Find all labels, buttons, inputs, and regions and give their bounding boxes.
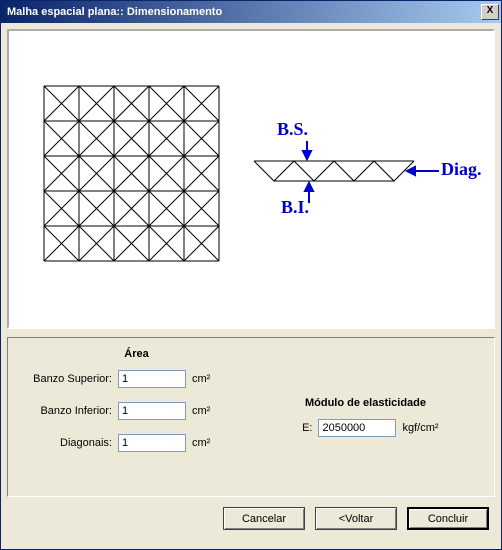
input-banzo-inferior[interactable] [118,402,186,420]
modulus-heading: Módulo de elasticidade [305,397,426,409]
concluir-button[interactable]: Concluir [407,507,489,530]
voltar-button[interactable]: <Voltar [315,507,397,530]
client-area: B.S. B.I. Diag. Área Banzo Superior: cm²… [1,23,501,549]
label-modulus-e: E: [292,422,312,434]
dialog-window: Malha espacial plana:: Dimensionamento X [0,0,502,550]
label-diagonais: Diagonais: [22,437,112,449]
area-column: Área Banzo Superior: cm² Banzo Inferior:… [22,348,251,486]
input-diagonais[interactable] [118,434,186,452]
window-title: Malha espacial plana:: Dimensionamento [7,6,481,18]
area-heading: Área [22,348,251,360]
unit-diagonais: cm² [192,437,210,449]
modulus-column: Módulo de elasticidade E: kgf/cm² [251,348,480,486]
diagram-svg [9,31,495,327]
unit-banzo-superior: cm² [192,373,210,385]
label-banzo-superior: Banzo Superior: [22,373,112,385]
field-banzo-inferior: Banzo Inferior: cm² [22,402,251,420]
form-panel: Área Banzo Superior: cm² Banzo Inferior:… [7,337,495,497]
field-banzo-superior: Banzo Superior: cm² [22,370,251,388]
unit-modulus-e: kgf/cm² [402,422,438,434]
label-bi: B.I. [281,197,309,218]
input-banzo-superior[interactable] [118,370,186,388]
unit-banzo-inferior: cm² [192,405,210,417]
button-row: Cancelar <Voltar Concluir [7,507,495,530]
input-modulus-e[interactable] [318,419,396,437]
diagram-panel: B.S. B.I. Diag. [7,29,495,329]
label-diag: Diag. [441,159,482,180]
label-banzo-inferior: Banzo Inferior: [22,405,112,417]
cancelar-button[interactable]: Cancelar [223,507,305,530]
close-icon[interactable]: X [481,4,499,20]
field-modulus-e: E: kgf/cm² [292,419,438,437]
label-bs: B.S. [277,119,308,140]
field-diagonais: Diagonais: cm² [22,434,251,452]
titlebar: Malha espacial plana:: Dimensionamento X [1,1,501,23]
